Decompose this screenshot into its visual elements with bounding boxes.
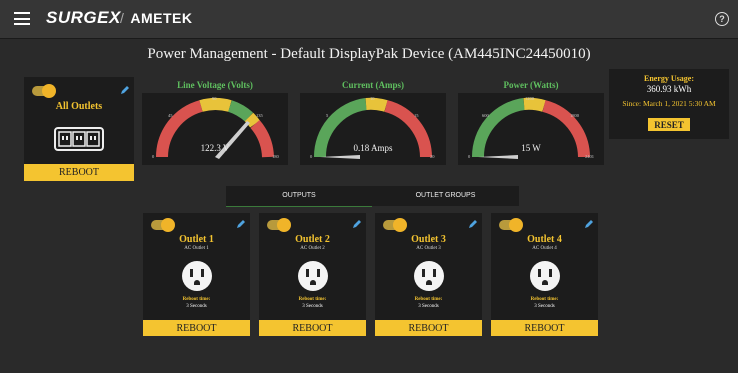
outlet-socket-icon	[530, 261, 560, 291]
outlet-reboot-button[interactable]: REBOOT	[375, 320, 482, 336]
energy-usage-card: Energy Usage: 360.93 kWh Since: March 1,…	[609, 69, 729, 139]
outlet-description: AC Outlet 3	[416, 246, 441, 251]
outlet-socket-icon	[182, 261, 212, 291]
reset-button[interactable]: RESET	[648, 118, 690, 131]
power-strip-icon	[54, 127, 104, 151]
energy-value: 360.93 kWh	[646, 84, 692, 94]
tick-label: 1200	[525, 96, 534, 101]
gauge-panel: 0 600 1200 1800 2401 15 W	[458, 93, 604, 165]
outlet-socket-icon	[414, 261, 444, 291]
outlet-toggle[interactable]	[151, 218, 175, 232]
reboot-time-value: 3 Seconds	[418, 304, 439, 309]
tab-outlet-groups[interactable]: OUTLET GROUPS	[372, 186, 519, 206]
outlet-toggle[interactable]	[383, 218, 407, 232]
tick-label: 135	[256, 113, 263, 118]
reboot-time-value: 3 Seconds	[534, 304, 555, 309]
page-title: Power Management - Default DisplayPak De…	[147, 46, 591, 62]
outlet-toggle[interactable]	[267, 218, 291, 232]
outlet-card: Outlet 4 AC Outlet 4 Reboot time: 3 Seco…	[491, 213, 598, 336]
outlet-card: Outlet 1 AC Outlet 1 Reboot time: 3 Seco…	[143, 213, 250, 336]
outlet-socket-icon	[298, 261, 328, 291]
outlet-description: AC Outlet 4	[532, 246, 557, 251]
edit-pencil-icon[interactable]	[584, 219, 594, 229]
edit-pencil-icon[interactable]	[352, 219, 362, 229]
gauge-title: Line Voltage (Volts)	[177, 80, 253, 90]
edit-pencil-icon[interactable]	[236, 219, 246, 229]
hamburger-menu-icon[interactable]	[14, 12, 30, 25]
outlet-reboot-button[interactable]: REBOOT	[143, 320, 250, 336]
outlet-tabs: OUTPUTS OUTLET GROUPS	[226, 186, 519, 207]
edit-pencil-icon[interactable]	[468, 219, 478, 229]
tick-label: 0	[152, 154, 155, 159]
gauge-value: 0.18 Amps	[353, 143, 393, 153]
gauge-title: Current (Amps)	[341, 80, 405, 90]
help-icon[interactable]: ?	[715, 12, 729, 26]
reboot-time-value: 3 Seconds	[302, 304, 323, 309]
outlet-description: AC Outlet 1	[184, 246, 209, 251]
reboot-time-label: Reboot time:	[298, 297, 327, 302]
tick-label: 0	[310, 154, 313, 159]
gauge-title: Power (Watts)	[503, 80, 559, 90]
all-outlets-card: All Outlets REBOOT	[24, 77, 134, 181]
outlet-toggle[interactable]	[499, 218, 523, 232]
tick-label: 15	[414, 113, 419, 118]
ametek-logo: / AMETEK	[120, 10, 193, 26]
tick-label: 1800	[570, 113, 579, 118]
reboot-time-value: 3 Seconds	[186, 304, 207, 309]
outlet-reboot-button[interactable]: REBOOT	[491, 320, 598, 336]
tick-label: 600	[482, 113, 489, 118]
gauge-panel: 0 5 10 15 20 0.18 Amps	[300, 93, 446, 165]
tick-label: 90	[212, 96, 217, 101]
outlet-name: Outlet 1	[179, 234, 214, 245]
outlet-name: Outlet 2	[295, 234, 330, 245]
energy-since: Since: March 1, 2021 5:30 AM	[622, 99, 716, 108]
gauge-needle	[215, 121, 250, 159]
all-outlets-label: All Outlets	[55, 101, 103, 112]
surgex-logo: SURGEX	[46, 8, 121, 27]
reboot-time-label: Reboot time:	[414, 297, 443, 302]
outlet-card: Outlet 2 AC Outlet 2 Reboot time: 3 Seco…	[259, 213, 366, 336]
outlet-description: AC Outlet 2	[300, 246, 325, 251]
edit-pencil-icon[interactable]	[120, 85, 130, 95]
outlet-name: Outlet 4	[527, 234, 562, 245]
tick-label: 10	[370, 96, 375, 101]
outlet-name: Outlet 3	[411, 234, 446, 245]
tick-label: 20	[430, 154, 435, 159]
tab-outputs[interactable]: OUTPUTS	[226, 186, 372, 207]
all-outlets-reboot-button[interactable]: REBOOT	[24, 164, 134, 181]
energy-title: Energy Usage:	[644, 74, 694, 83]
reboot-time-label: Reboot time:	[530, 297, 559, 302]
reboot-time-label: Reboot time:	[182, 297, 211, 302]
all-outlets-toggle[interactable]	[32, 84, 56, 98]
tick-label: 180	[272, 154, 279, 159]
gauge-value: 15 W	[521, 143, 541, 153]
tick-label: 0	[468, 154, 471, 159]
outlet-reboot-button[interactable]: REBOOT	[259, 320, 366, 336]
outlet-card: Outlet 3 AC Outlet 3 Reboot time: 3 Seco…	[375, 213, 482, 336]
tick-label: 45	[168, 113, 173, 118]
tick-label: 2401	[585, 154, 594, 159]
gauge-panel: 0 45 90 135 180 122.3 V	[142, 93, 288, 165]
tick-label: 5	[326, 113, 329, 118]
top-bar: SURGEX / AMETEK ?	[0, 0, 738, 39]
gauge-value: 122.3 V	[200, 143, 230, 153]
